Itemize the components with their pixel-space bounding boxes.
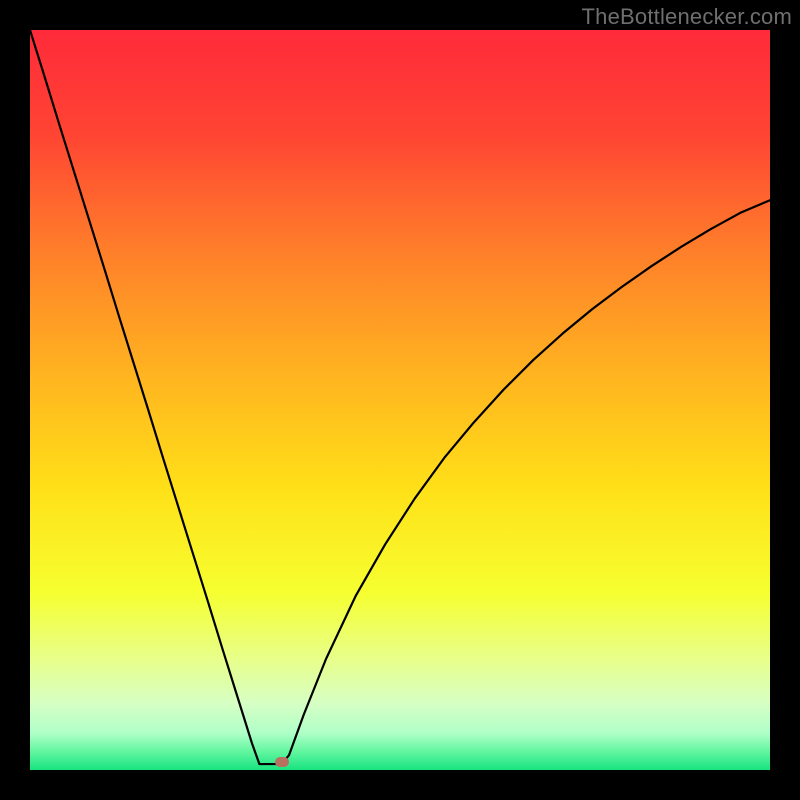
chart-canvas: TheBottlenecker.com: [0, 0, 800, 800]
min-marker-icon: [275, 757, 289, 767]
plot-area: [30, 30, 770, 770]
watermark-text: TheBottlenecker.com: [582, 4, 792, 30]
bottleneck-curve: [30, 30, 770, 770]
